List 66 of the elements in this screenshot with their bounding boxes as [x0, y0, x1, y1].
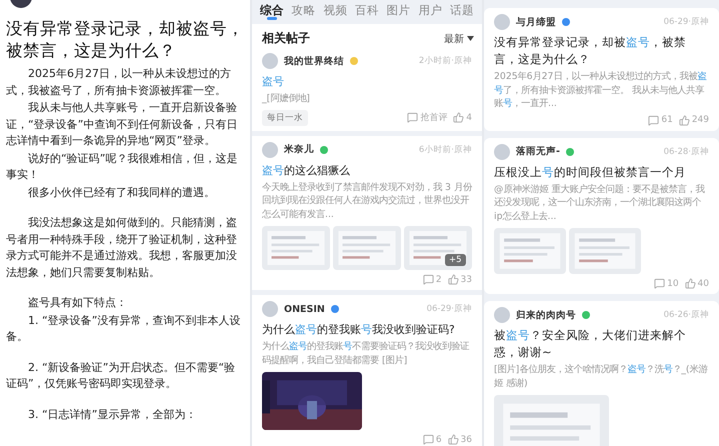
- author-name[interactable]: 归来的肉肉号: [516, 308, 576, 322]
- post-title[interactable]: 压根没上号的时间段但被禁言一个月: [494, 164, 709, 180]
- search-tab[interactable]: 用户: [418, 0, 442, 20]
- post-excerpt: 为什么盗号的登我账号不需要验证码？我没收到验证码提醒啊，我自己登陆都需要 [图片]: [262, 340, 470, 367]
- sort-dropdown[interactable]: 最新: [444, 32, 474, 46]
- search-tab[interactable]: 话题: [450, 0, 474, 20]
- post-meta: 06-28·原神: [664, 146, 709, 158]
- post-title[interactable]: 没有异常登录记录，却被盗号，被禁言，这是为什么？: [494, 34, 709, 68]
- author-name[interactable]: 落雨无声-: [516, 145, 560, 158]
- thumbs-up-icon: [678, 114, 690, 126]
- post-excerpt: 今天晚上登录收到了禁言邮件发现不对劲，我 3 月份回坑到现在没跟任何人在游戏内交流过，世界也没开怎么可能有发言...: [262, 180, 472, 221]
- thumbs-up-icon: [453, 112, 464, 123]
- post-excerpt: _[阿嬷倒地]: [262, 92, 311, 106]
- comment-icon: [422, 434, 434, 445]
- search-tab[interactable]: 综合: [260, 0, 284, 20]
- article-paragraph: 1. “登录设备”没有异常，查询不到非本人设备。: [6, 312, 242, 345]
- article-title: 没有异常登录记录，却被盗号，被禁言，这是为什么？: [6, 18, 244, 62]
- author-name[interactable]: 与月缔盟: [516, 16, 556, 28]
- search-tab[interactable]: 攻略: [292, 0, 316, 20]
- like-button[interactable]: 249: [678, 114, 709, 126]
- like-button[interactable]: 4: [453, 112, 472, 123]
- article-paragraph: 我从未与他人共享账号，一直开启新设备验证，“登录设备”中查询不到任何新设备，只有日志详情中看到一条诡异的异地“网页”登录。: [6, 100, 238, 149]
- article-paragraph: 2025年6月27日，以一种从未设想过的方式，我被盗号了，所有抽卡资源被挥霍一空。: [6, 66, 232, 98]
- post-meta: 6小时前·原神: [418, 144, 472, 156]
- post-excerpt: 2025年6月27日，以一种从未设想过的方式，我被盗号了，所有抽卡资源被挥霍一空。 我从未与他人共享账号，一直开...: [494, 70, 708, 110]
- article-paragraph: 盗号具有如下特点：: [27, 295, 128, 311]
- comment-icon: [654, 278, 666, 289]
- comment-button[interactable]: 抢首评: [407, 111, 448, 124]
- like-button[interactable]: 36: [448, 434, 472, 445]
- post-excerpt: [图片]各位朋友，这个啥情况啊？盗号？洗号？_(米游姬 感谢): [494, 363, 709, 390]
- comment-button[interactable]: 61: [648, 114, 673, 126]
- author-name[interactable]: 米奈儿: [284, 143, 314, 156]
- section-title: 相关帖子: [262, 30, 310, 47]
- post-title[interactable]: 被盗号？安全风险，大佬们进来解个惑，谢谢~: [494, 327, 709, 361]
- caret-icon: [467, 36, 474, 41]
- search-tab[interactable]: 图片: [386, 0, 411, 20]
- author-name[interactable]: ONESIN: [284, 304, 325, 314]
- article-paragraph: 2. “新设备验证”为开启状态。但不需要“验证码”，仅凭账号密码即实现登录。: [6, 360, 236, 392]
- thumbs-up-icon: [448, 434, 459, 445]
- search-tab[interactable]: 百科: [354, 0, 379, 20]
- comment-icon: [407, 112, 418, 123]
- comment-button[interactable]: 6: [422, 434, 442, 445]
- thumbs-up-icon: [448, 274, 459, 285]
- post-meta: 06-29·原神: [426, 303, 472, 315]
- like-button[interactable]: 40: [684, 278, 709, 289]
- post-title[interactable]: 盗号的这么猖獗么: [262, 162, 472, 178]
- like-button[interactable]: 33: [448, 274, 472, 285]
- article-paragraph: 很多小伙伴已经有了和我同样的遭遇。: [27, 184, 216, 200]
- comment-button[interactable]: 10: [654, 278, 679, 289]
- search-tab[interactable]: 视频: [323, 0, 348, 20]
- post-meta: 06-29·原神: [664, 16, 709, 28]
- article-paragraph: 3. “日志详情”显示异常，全部为：: [27, 406, 198, 422]
- more-images-badge: +5: [445, 254, 466, 266]
- article-paragraph: 说好的“验证码”呢？我很难相信，但，这是事实！: [6, 150, 238, 183]
- post-tag[interactable]: 每日一水: [262, 110, 308, 126]
- author-name[interactable]: 我的世界终结: [284, 54, 344, 68]
- comment-button[interactable]: 2: [422, 274, 442, 285]
- post-meta: 06-26·原神: [664, 309, 709, 321]
- post-title[interactable]: 盗号: [262, 73, 472, 90]
- article-paragraph: 我没法想象这是如何做到的。只能猜测，盗号者用一种特殊手段，绕开了验证机制，这种登录方式可能并不是通过游戏。我想，客服更加没法想象，她们只需要复制粘贴。: [6, 215, 238, 280]
- thumbs-up-icon: [684, 278, 696, 289]
- post-excerpt: @原神米游姬 重大账户安全问题：要不是被禁言，我还没发现呢，这一个山东济南，一个湖北襄阳这两个ip怎么登上去...: [494, 182, 706, 223]
- comment-icon: [648, 114, 660, 126]
- post-title[interactable]: 为什么盗号的登我账号我没收到验证码?: [262, 321, 472, 338]
- post-meta: 2小时前·原神: [418, 55, 472, 67]
- comment-icon: [422, 274, 434, 285]
